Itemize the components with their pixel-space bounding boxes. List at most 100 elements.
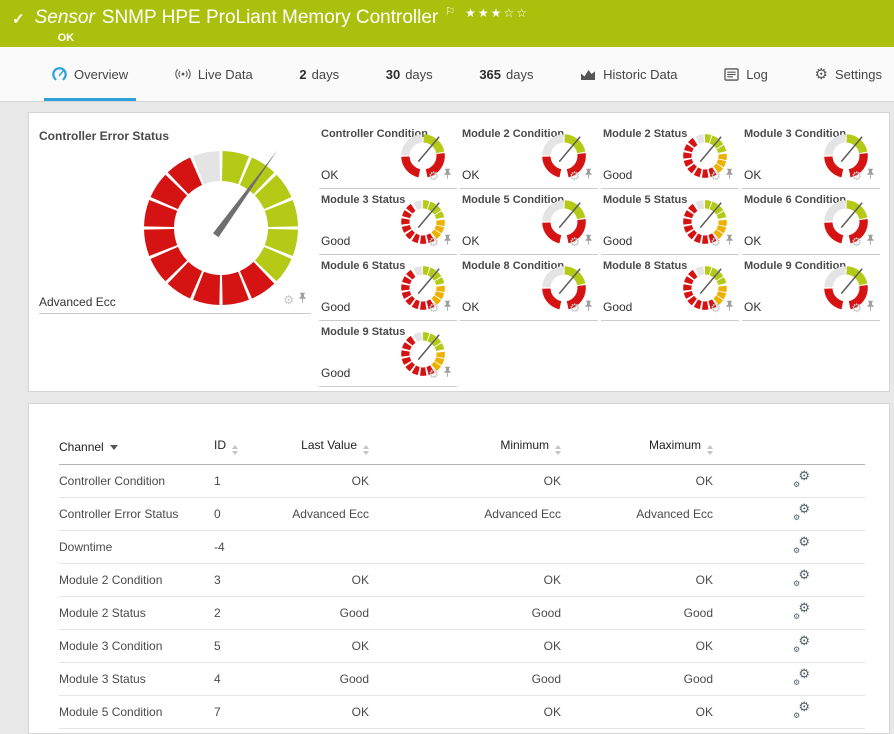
gauge-pin-icon[interactable] — [584, 299, 593, 317]
channel-settings-gears-icon[interactable]: ⚙ ⚙ — [793, 502, 811, 522]
channel-tile-module-2-status[interactable]: Module 2 Status Good ⚙ — [601, 123, 739, 189]
gauge-settings-gear-icon[interactable]: ⚙ — [851, 302, 862, 314]
tab-label: days — [506, 66, 534, 82]
channel-tile-module-2-condition[interactable]: Module 2 Condition OK ⚙ — [460, 123, 598, 189]
channel-tile-module-9-condition[interactable]: Module 9 Condition OK ⚙ — [742, 255, 880, 321]
gauge-pin-icon[interactable] — [866, 299, 875, 317]
gauge-pin-icon[interactable] — [584, 233, 593, 251]
gauge-pin-icon[interactable] — [298, 291, 307, 309]
channel-settings-gears-icon[interactable]: ⚙ ⚙ — [793, 601, 811, 621]
cell-max: Advanced Ecc — [561, 497, 713, 531]
channel-tile-module-9-status[interactable]: Module 9 Status Good ⚙ — [319, 321, 457, 387]
tab-365-days[interactable]: 365 days — [469, 47, 543, 101]
channel-settings-gears-icon[interactable]: ⚙ ⚙ — [793, 700, 811, 720]
cell-channel: Module 2 Status — [59, 596, 214, 630]
tab-30-days[interactable]: 30 days — [376, 47, 443, 101]
gauge-settings-gear-icon[interactable]: ⚙ — [710, 302, 721, 314]
tab-historic-data[interactable]: Historic Data — [570, 47, 687, 101]
channel-tile-module-8-condition[interactable]: Module 8 Condition OK ⚙ — [460, 255, 598, 321]
channel-row-module-5-status[interactable]: Module 5 Status6GoodGoodGood⚙⚙ — [59, 728, 865, 733]
column-header-last-value[interactable]: Last Value — [269, 434, 369, 465]
gauge-settings-gear-icon[interactable]: ⚙ — [569, 236, 580, 248]
star-empty-icon[interactable]: ☆ — [503, 6, 516, 20]
star-filled-icon[interactable]: ★ — [491, 6, 504, 20]
tab-log[interactable]: Log — [714, 47, 778, 101]
channel-tile-value: Good — [603, 168, 633, 182]
star-empty-icon[interactable]: ☆ — [516, 6, 529, 20]
gauge-settings-gear-icon[interactable]: ⚙ — [569, 170, 580, 182]
channel-table-header-row: Channel ID Last Value Minimum Maximum — [59, 434, 865, 465]
tab-overview[interactable]: Overview — [42, 47, 138, 101]
gauge-settings-gear-icon[interactable]: ⚙ — [851, 236, 862, 248]
column-header-channel[interactable]: Channel — [59, 434, 214, 465]
channel-table: Channel ID Last Value Minimum Maximum Contro… — [59, 434, 865, 733]
cell-max: OK — [561, 464, 713, 498]
tab-live-data[interactable]: Live Data — [165, 47, 263, 101]
gauge-settings-gear-icon[interactable]: ⚙ — [851, 170, 862, 182]
gauge-pin-icon[interactable] — [725, 299, 734, 317]
cell-channel-settings: ⚙⚙ — [713, 563, 865, 597]
cell-id: 3 — [214, 563, 269, 597]
channel-tile-value: Good — [321, 234, 351, 248]
channel-tile-module-5-condition[interactable]: Module 5 Condition OK ⚙ — [460, 189, 598, 255]
gauge-pin-icon[interactable] — [443, 233, 452, 251]
cell-last: OK — [269, 464, 369, 498]
channel-settings-gears-icon[interactable]: ⚙ ⚙ — [793, 535, 811, 555]
channel-settings-gears-icon[interactable]: ⚙ ⚙ — [793, 469, 811, 489]
gauge-settings-gear-icon[interactable]: ⚙ — [428, 236, 439, 248]
channel-tile-module-8-status[interactable]: Module 8 Status Good ⚙ — [601, 255, 739, 321]
cell-channel-settings: ⚙⚙ — [713, 497, 865, 531]
channel-tile-value: Good — [603, 234, 633, 248]
gauge-settings-gear-icon[interactable]: ⚙ — [710, 236, 721, 248]
gauge-pin-icon[interactable] — [443, 299, 452, 317]
channel-row-downtime[interactable]: Downtime -4 ⚙ ⚙ — [59, 530, 865, 564]
priority-stars[interactable]: ★★★☆☆ — [465, 7, 529, 19]
gauge-settings-gear-icon[interactable]: ⚙ — [710, 170, 721, 182]
star-filled-icon[interactable]: ★ — [478, 6, 491, 20]
gauge-pin-icon[interactable] — [443, 365, 452, 383]
tab-2-days[interactable]: 2 days — [289, 47, 349, 101]
channel-tile-module-6-status[interactable]: Module 6 Status Good ⚙ — [319, 255, 457, 321]
channel-tile-module-3-condition[interactable]: Module 3 Condition OK ⚙ — [742, 123, 880, 189]
status-check-icon: ✓ — [12, 11, 25, 28]
channel-tile-controller-condition[interactable]: Controller Condition OK ⚙ — [319, 123, 457, 189]
tab-settings[interactable]: ⚙ Settings — [805, 47, 892, 101]
column-header-minimum[interactable]: Minimum — [369, 434, 561, 465]
channel-row-controller-condition[interactable]: Controller Condition 1 OK OK OK ⚙ ⚙ — [59, 464, 865, 498]
channel-tile-value: OK — [462, 168, 480, 182]
gauge-pin-icon[interactable] — [866, 233, 875, 251]
gauge-pin-icon[interactable] — [584, 167, 593, 185]
gauge-settings-gear-icon[interactable]: ⚙ — [283, 294, 294, 306]
gauge-pin-icon[interactable] — [725, 167, 734, 185]
channel-row-module-3-condition[interactable]: Module 3 Condition 5 OK OK OK ⚙ ⚙ — [59, 629, 865, 663]
star-filled-icon[interactable]: ★ — [465, 6, 478, 20]
channel-row-module-2-status[interactable]: Module 2 Status 2 Good Good Good ⚙ ⚙ — [59, 596, 865, 630]
flag-icon[interactable]: ⚐ — [445, 7, 455, 18]
cell-channel-settings: ⚙⚙ — [713, 596, 865, 630]
channel-row-module-5-condition[interactable]: Module 5 Condition 7 OK OK OK ⚙ ⚙ — [59, 695, 865, 729]
channel-row-module-3-status[interactable]: Module 3 Status 4 Good Good Good ⚙ ⚙ — [59, 662, 865, 696]
column-header-id[interactable]: ID — [214, 434, 269, 465]
channel-tile-module-5-status[interactable]: Module 5 Status Good ⚙ — [601, 189, 739, 255]
gauge-pin-icon[interactable] — [866, 167, 875, 185]
channel-settings-gears-icon[interactable]: ⚙ ⚙ — [793, 634, 811, 654]
primary-channel-tile[interactable]: Controller Error Status Advanced Ecc ⚙ — [39, 123, 311, 314]
channel-settings-gears-icon[interactable]: ⚙ ⚙ — [793, 568, 811, 588]
gauge-settings-gear-icon[interactable]: ⚙ — [569, 302, 580, 314]
channel-tile-module-6-condition[interactable]: Module 6 Condition OK ⚙ — [742, 189, 880, 255]
channel-tile-module-3-status[interactable]: Module 3 Status Good ⚙ — [319, 189, 457, 255]
channel-tile-value: OK — [744, 168, 762, 182]
channel-settings-gears-icon[interactable]: ⚙ ⚙ — [793, 667, 811, 687]
channel-row-module-2-condition[interactable]: Module 2 Condition 3 OK OK OK ⚙ ⚙ — [59, 563, 865, 597]
column-header-maximum[interactable]: Maximum — [561, 434, 713, 465]
cell-last: OK — [269, 695, 369, 729]
gauge-pin-icon[interactable] — [725, 233, 734, 251]
gauge-pin-icon[interactable] — [443, 167, 452, 185]
channel-row-controller-error-status[interactable]: Controller Error Status 0 Advanced Ecc Adva… — [59, 497, 865, 531]
column-header-settings — [713, 434, 865, 465]
gauge-settings-gear-icon[interactable]: ⚙ — [428, 170, 439, 182]
gauge-settings-gear-icon[interactable]: ⚙ — [428, 302, 439, 314]
sensor-header: ✓ Sensor SNMP HPE ProLiant Memory Contro… — [0, 0, 894, 47]
gauge-settings-gear-icon[interactable]: ⚙ — [428, 368, 439, 380]
cell-channel: Controller Condition — [59, 464, 214, 498]
